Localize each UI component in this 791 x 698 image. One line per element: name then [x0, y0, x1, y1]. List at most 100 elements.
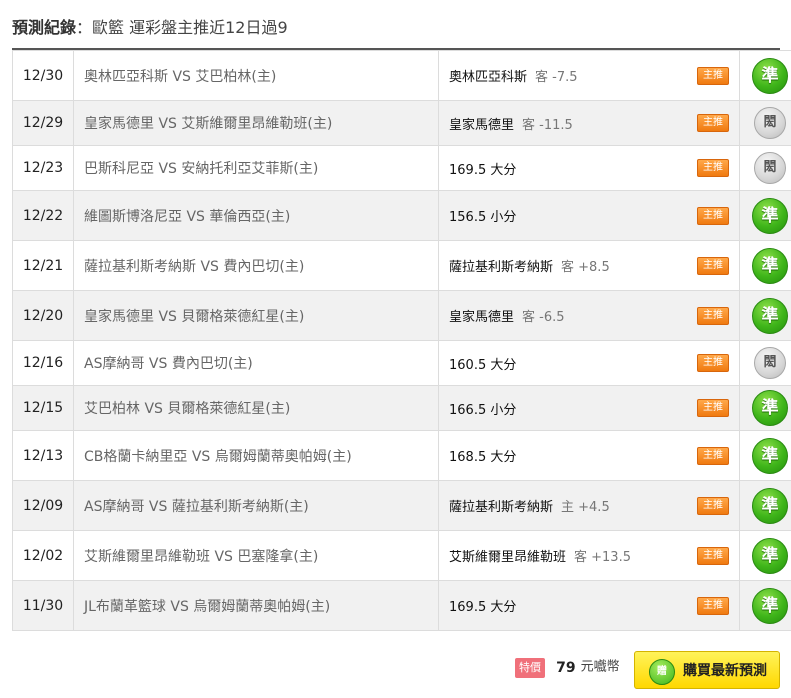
record-row: 12/22 維圖斯博洛尼亞 VS 華倫西亞(主) 156.5 小分 主推 準 — [12, 190, 791, 241]
record-pick: 皇家馬德里 — [449, 310, 515, 325]
record-pick-cell: 艾斯維爾里昂維勒班客 +13.5 主推 — [438, 530, 740, 581]
record-match: 維圖斯博洛尼亞 VS 華倫西亞(主) — [73, 190, 439, 241]
record-pick-cell: 薩拉基利斯考納斯主 +4.5 主推 — [438, 480, 740, 531]
hit-badge-icon: 準 — [752, 437, 788, 474]
record-row: 12/13 CB格蘭卡納里亞 VS 烏爾姆蘭蒂奧帕姆(主) 168.5 大分 主推 準 — [12, 430, 791, 481]
record-pick-cell: 169.5 大分 主推 — [438, 580, 740, 631]
record-row: 12/09 AS摩納哥 VS 薩拉基利斯考納斯(主) 薩拉基利斯考納斯主 +4.5 主… — [12, 480, 791, 531]
miss-badge-icon: 閎 — [754, 107, 786, 139]
record-row: 12/29 皇家馬德里 VS 艾斯維爾里昂維勒班(主) 皇家馬德里客 -11.5 主推… — [12, 100, 791, 146]
record-row: 12/15 艾巴柏林 VS 貝爾格萊德紅星(主) 166.5 小分 主推 準 — [12, 385, 791, 431]
record-odds: 客 -7.5 — [535, 70, 578, 85]
record-pick-cell: 薩拉基利斯考納斯客 +8.5 主推 — [438, 240, 740, 291]
record-date: 12/21 — [12, 240, 74, 291]
price-currency: 元嚱幣 — [580, 659, 620, 675]
record-pick: 艾斯維爾里昂維勒班 — [449, 550, 567, 565]
record-date: 12/30 — [12, 50, 74, 101]
record-pick: 皇家馬德里 — [449, 117, 515, 133]
record-date: 12/09 — [12, 480, 74, 531]
record-result-cell: 準 — [739, 385, 791, 431]
record-result-cell: 準 — [739, 290, 791, 341]
record-match: 皇家馬德里 VS 艾斯維爾里昂維勒班(主) — [73, 100, 439, 146]
main-pick-tag: 主推 — [697, 354, 729, 372]
record-pick: 166.5 小分 — [449, 402, 517, 418]
hit-badge-icon: 準 — [752, 247, 788, 284]
miss-badge-icon: 閎 — [754, 347, 786, 379]
record-pick: 奧林匹亞科斯 — [449, 70, 528, 85]
hit-badge-icon: 準 — [752, 57, 788, 94]
record-odds: 客 +8.5 — [561, 260, 610, 275]
record-row: 11/30 JL布蘭革籃球 VS 烏爾姆蘭蒂奧帕姆(主) 169.5 大分 主推 準 — [12, 580, 791, 631]
record-match: 艾斯維爾里昂維勒班 VS 巴塞隆拿(主) — [73, 530, 439, 581]
hit-badge-icon: 準 — [752, 297, 788, 334]
record-match: 巴斯科尼亞 VS 安納托利亞艾菲斯(主) — [73, 145, 439, 191]
record-result-cell: 準 — [739, 530, 791, 581]
record-date: 11/30 — [12, 580, 74, 631]
record-match: CB格蘭卡納里亞 VS 烏爾姆蘭蒂奧帕姆(主) — [73, 430, 439, 481]
record-match: 皇家馬德里 VS 貝爾格萊德紅星(主) — [73, 290, 439, 341]
record-match: AS摩納哥 VS 費內巴切(主) — [73, 340, 439, 386]
hit-badge-icon: 準 — [752, 197, 788, 234]
main-pick-tag: 主推 — [697, 114, 729, 132]
record-match: AS摩納哥 VS 薩拉基利斯考納斯(主) — [73, 480, 439, 531]
record-row: 12/02 艾斯維爾里昂維勒班 VS 巴塞隆拿(主) 艾斯維爾里昂維勒班客 +13.… — [12, 530, 791, 581]
record-odds: 客 -11.5 — [522, 117, 573, 133]
record-row: 12/16 AS摩納哥 VS 費內巴切(主) 160.5 大分 主推 閎 — [12, 340, 791, 386]
record-odds: 客 +13.5 — [574, 550, 631, 565]
record-result-cell: 準 — [739, 580, 791, 631]
records-table: 12/30 奧林匹亞科斯 VS 艾巴柏林(主) 奧林匹亞科斯客 -7.5 主推準 12/… — [12, 50, 791, 631]
buy-button-label: 購買最新預測 — [683, 663, 767, 679]
title-label: 預測紀錄 — [12, 18, 77, 37]
record-pick-cell: 皇家馬德里客 -11.5 主推 — [438, 100, 740, 146]
record-pick: 160.5 大分 — [449, 357, 517, 373]
hit-badge-icon: 準 — [752, 487, 788, 524]
sale-badge: 特價 — [515, 657, 545, 678]
main-pick-tag: 主推 — [697, 159, 729, 177]
main-pick-tag: 主推 — [697, 546, 729, 565]
record-pick-cell: 166.5 小分 主推 — [438, 385, 740, 431]
record-row: 12/20 皇家馬德里 VS 貝爾格萊德紅星(主) 皇家馬德里客 -6.5 主推 準 — [12, 290, 791, 341]
record-row: 12/21 薩拉基利斯考納斯 VS 費內巴切(主) 薩拉基利斯考納斯客 +8.5 主推… — [12, 240, 791, 291]
title-separator: ： — [76, 18, 93, 37]
record-row: 12/30 奧林匹亞科斯 VS 艾巴柏林(主) 奧林匹亞科斯客 -7.5 主推 準 — [12, 50, 791, 101]
miss-badge-icon: 閎 — [754, 152, 786, 184]
record-result-cell: 閎 — [739, 145, 791, 191]
record-match: 艾巴柏林 VS 貝爾格萊德紅星(主) — [73, 385, 439, 431]
main-pick-tag: 主推 — [697, 66, 729, 85]
record-pick-cell: 156.5 小分 主推 — [438, 190, 740, 241]
record-result-cell: 準 — [739, 430, 791, 481]
record-pick-cell: 168.5 大分 主推 — [438, 430, 740, 481]
record-date: 12/15 — [12, 385, 74, 431]
record-date: 12/13 — [12, 430, 74, 481]
record-result-cell: 閎 — [739, 340, 791, 386]
main-pick-tag: 主推 — [697, 206, 729, 225]
record-pick: 156.5 小分 — [449, 210, 517, 225]
title-subtitle: 歐籃 運彩盤主推近12日過9 — [92, 18, 288, 37]
record-date: 12/02 — [12, 530, 74, 581]
record-pick: 薩拉基利斯考納斯 — [449, 260, 554, 275]
record-result-cell: 準 — [739, 480, 791, 531]
record-date: 12/23 — [12, 145, 74, 191]
hit-badge-icon: 準 — [752, 587, 788, 624]
hit-badge-icon: 準 — [752, 390, 788, 426]
record-result-cell: 準 — [739, 190, 791, 241]
record-pick-cell: 奧林匹亞科斯客 -7.5 主推 — [438, 50, 740, 101]
record-date: 12/29 — [12, 100, 74, 146]
record-pick-cell: 160.5 大分 主推 — [438, 340, 740, 386]
record-row: 12/23 巴斯科尼亞 VS 安納托利亞艾菲斯(主) 169.5 大分 主推 閎 — [12, 145, 791, 191]
gift-icon: 贈 — [649, 659, 675, 685]
record-odds: 客 -6.5 — [522, 310, 565, 325]
main-pick-tag: 主推 — [697, 306, 729, 325]
buy-latest-prediction-button[interactable]: 贈 購買最新預測 — [634, 651, 780, 689]
record-pick: 168.5 大分 — [449, 450, 517, 465]
record-match: 薩拉基利斯考納斯 VS 費內巴切(主) — [73, 240, 439, 291]
hit-badge-icon: 準 — [752, 537, 788, 574]
main-pick-tag: 主推 — [697, 399, 729, 417]
price-info: 特價 79 元嚱幣 — [515, 656, 620, 678]
record-pick: 169.5 大分 — [449, 162, 517, 178]
price-value: 79 — [556, 659, 576, 676]
main-pick-tag: 主推 — [697, 446, 729, 465]
record-pick: 薩拉基利斯考納斯 — [449, 500, 554, 515]
main-pick-tag: 主推 — [697, 596, 729, 615]
record-match: 奧林匹亞科斯 VS 艾巴柏林(主) — [73, 50, 439, 101]
